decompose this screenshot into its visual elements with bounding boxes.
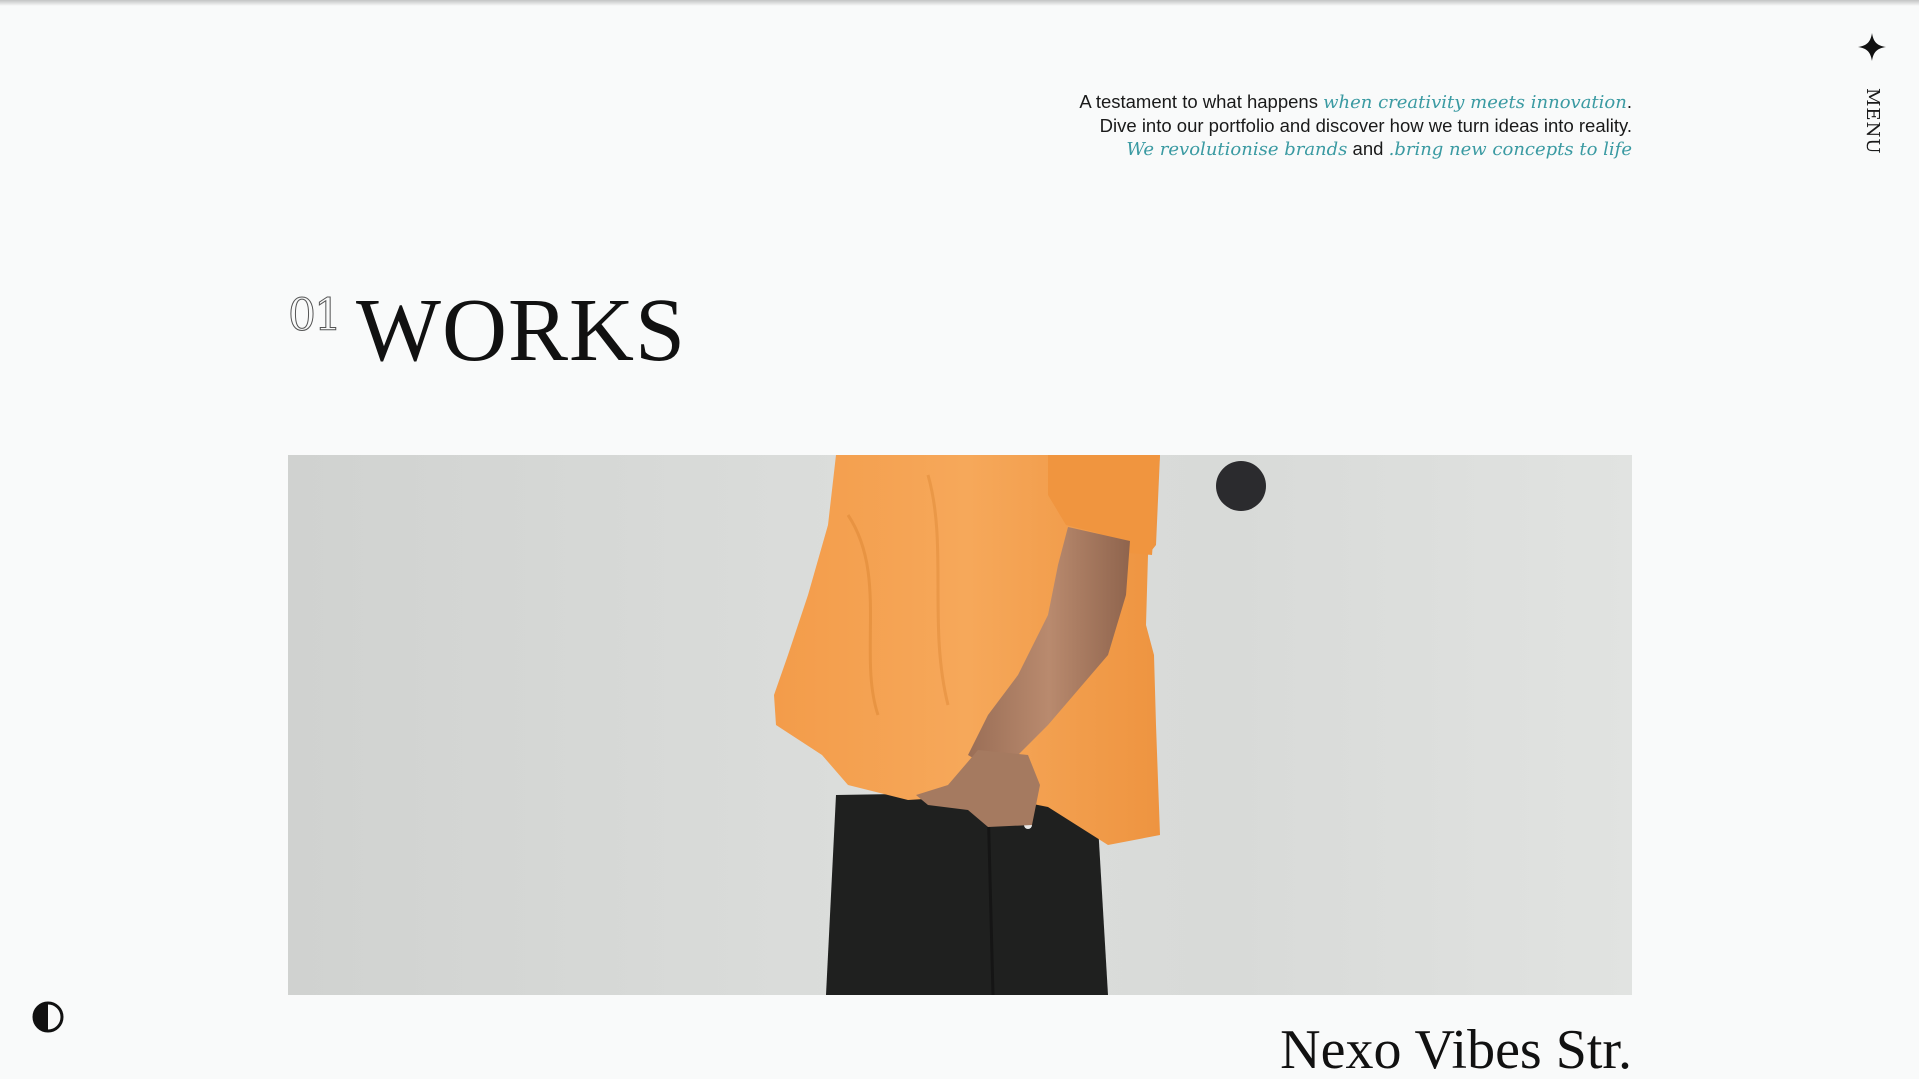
- intro-emphasis-1: when creativity meets innovation: [1323, 91, 1627, 113]
- intro-emphasis-2: We revolutionise brands: [1126, 138, 1348, 160]
- menu-button[interactable]: MENU: [1862, 88, 1883, 155]
- project-image[interactable]: [288, 455, 1632, 995]
- intro-text-3: and: [1347, 137, 1389, 159]
- plus-icon[interactable]: [1856, 31, 1888, 63]
- section-heading: 01 WORKS: [288, 276, 686, 386]
- project-photo: [774, 455, 1160, 995]
- half-circle-contrast-icon[interactable]: [31, 1000, 65, 1034]
- section-title: WORKS: [356, 281, 687, 380]
- top-edge-shadow: [0, 0, 1919, 6]
- works-page: A testament to what happens when creativ…: [0, 0, 1919, 1079]
- section-number: 01: [288, 290, 343, 342]
- intro-emphasis-3: bring new concepts to life: [1394, 138, 1632, 160]
- cursor-indicator: [1216, 461, 1266, 511]
- project-title[interactable]: Nexo Vibes Str.: [1280, 1010, 1632, 1079]
- intro-paragraph: A testament to what happens when creativ…: [1072, 90, 1632, 161]
- intro-text-1: A testament to what happens: [1079, 90, 1324, 112]
